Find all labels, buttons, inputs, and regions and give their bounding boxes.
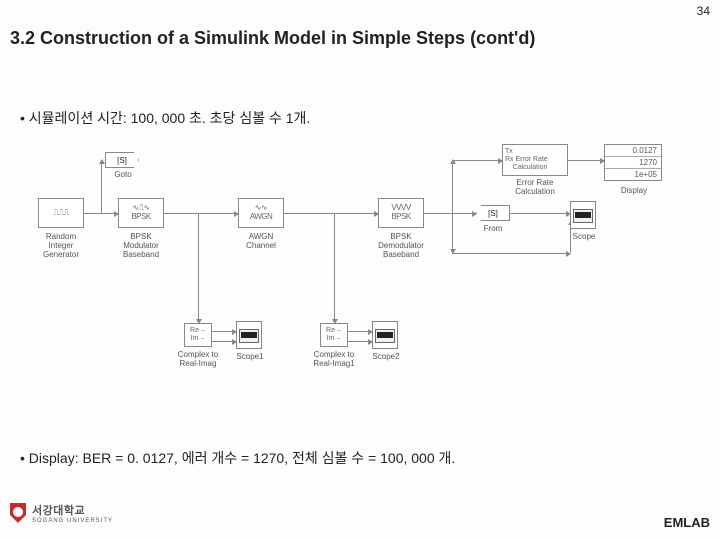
block-error-rate-calc: TxRx Error Rate Calculation [502, 144, 568, 176]
block-bpsk-demod: VVVVBPSK [378, 198, 424, 228]
block-scope2 [372, 321, 398, 349]
simulink-diagram: ⎍⎍⎍ Random Integer Generator [S] Goto ∿⎍… [38, 138, 680, 426]
block-awgn: ∿∿AWGN [238, 198, 284, 228]
wire [84, 213, 118, 214]
block-display: 0.0127 1270 1e+05 [604, 144, 662, 181]
square-wave-icon: ⎍⎍⎍ [53, 209, 68, 218]
wire [212, 331, 236, 332]
label-random-integer: Random Integer Generator [34, 232, 88, 260]
goto-tag: [S] [117, 156, 127, 165]
wire [164, 213, 238, 214]
bpsk-demod-icon: VVVVBPSK [391, 204, 410, 222]
wire [101, 160, 102, 213]
wire [348, 341, 372, 342]
university-name-en: SOGANG UNIVERSITY [32, 518, 113, 524]
slide-heading: 3.2 Construction of a Simulink Model in … [10, 28, 710, 49]
label-cri2: Complex to Real-Imag1 [306, 350, 362, 368]
block-from: [S] [476, 205, 510, 221]
scope-icon [573, 209, 593, 223]
label-cri1: Complex to Real-Imag [170, 350, 226, 368]
label-bpsk-demod: BPSK Demodulator Baseband [370, 232, 432, 260]
block-random-integer: ⎍⎍⎍ [38, 198, 84, 228]
block-complex-to-real-imag-1: Re→Im→ [184, 323, 212, 347]
wire [568, 160, 604, 161]
page-number: 34 [697, 4, 710, 18]
footer-lab: EMLAB [664, 515, 710, 530]
wire [334, 213, 335, 323]
display-value-symbols: 1e+05 [605, 169, 661, 180]
wire [198, 213, 199, 323]
block-scope [570, 201, 596, 229]
block-bpsk-mod: ∿⎍∿BPSK [118, 198, 164, 228]
scope-icon [239, 329, 259, 343]
label-error-rate: Error Rate Calculation [508, 178, 562, 196]
label-bpsk-mod: BPSK Modulator Baseband [114, 232, 168, 260]
university-name-kr: 서강대학교 [32, 502, 113, 518]
label-from: From [478, 224, 508, 233]
block-complex-to-real-imag-2: Re→Im→ [320, 323, 348, 347]
wire [510, 213, 570, 214]
bpsk-wave-icon: ∿⎍∿BPSK [131, 204, 150, 222]
scope-icon [375, 329, 395, 343]
label-goto: Goto [108, 170, 138, 179]
label-scope1: Scope1 [232, 352, 268, 361]
label-scope2: Scope2 [368, 352, 404, 361]
footer-university: 서강대학교 SOGANG UNIVERSITY [10, 502, 113, 524]
wire [452, 160, 502, 161]
block-scope1 [236, 321, 262, 349]
university-shield-icon [10, 503, 26, 523]
display-value-ber: 0.0127 [605, 145, 661, 157]
wire [284, 213, 378, 214]
wire [348, 331, 372, 332]
from-tag: [S] [488, 209, 498, 218]
wire [452, 213, 453, 253]
wire [452, 253, 570, 254]
wire [452, 160, 453, 213]
label-scope: Scope [566, 232, 602, 241]
bullet-sim-time: 시뮬레이션 시간: 100, 000 초. 초당 심볼 수 1개. [20, 108, 310, 128]
label-awgn: AWGN Channel [234, 232, 288, 250]
bullet-display-result: Display: BER = 0. 0127, 에러 개수 = 1270, 전체… [20, 448, 455, 468]
label-display: Display [614, 186, 654, 195]
noise-icon: ∿∿AWGN [250, 204, 273, 222]
wire [424, 213, 476, 214]
block-goto: [S] [105, 152, 139, 168]
display-value-errors: 1270 [605, 157, 661, 169]
wire [212, 341, 236, 342]
